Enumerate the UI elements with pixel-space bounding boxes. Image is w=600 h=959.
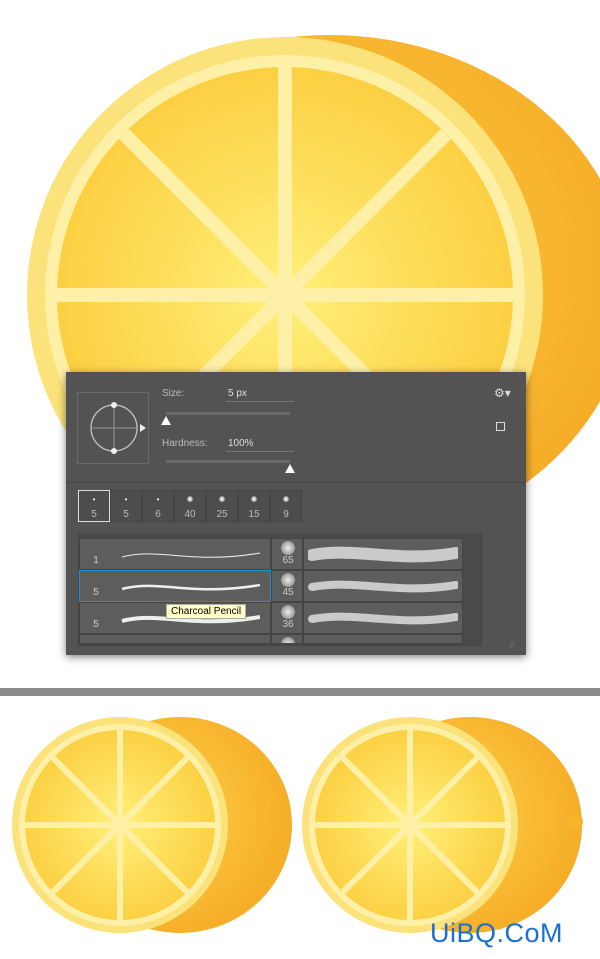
preset-size: 40 (184, 509, 196, 520)
brush-tip-icon: • (124, 495, 128, 504)
section-divider (0, 688, 600, 696)
brush-tooltip: Charcoal Pencil (166, 604, 247, 619)
brush-size: 36 (282, 619, 294, 630)
preset-size: 9 (283, 509, 289, 520)
brush-stroke-icon (308, 546, 458, 563)
brush-size: 5 (93, 587, 99, 598)
preset-4[interactable]: ✺ 25 (206, 490, 238, 522)
brush-tip-icon: ✺ (186, 495, 194, 504)
size-slider-thumb[interactable] (161, 416, 171, 425)
new-preset-icon[interactable] (496, 422, 505, 431)
gear-icon[interactable]: ⚙▾ (494, 386, 511, 400)
brush-row-right-2[interactable] (303, 602, 463, 634)
brush-size: 5 (93, 619, 99, 630)
preset-6[interactable]: ✺ 9 (270, 490, 302, 522)
brush-stroke-icon (120, 639, 260, 644)
brush-size: 65 (282, 555, 294, 566)
brush-stroke-icon (121, 583, 260, 591)
preset-size: 5 (123, 509, 129, 520)
brush-row-mid-0[interactable]: 65 (271, 538, 303, 570)
preset-5[interactable]: ✺ 15 (238, 490, 270, 522)
preset-2[interactable]: • 6 (142, 490, 174, 522)
brush-row-left-1[interactable]: 5 (79, 570, 271, 602)
brush-tip-icon: • (92, 495, 96, 504)
brush-angle-icon (90, 402, 146, 454)
brush-tip-icon (281, 541, 295, 555)
brush-tip-icon: ✺ (250, 495, 258, 504)
brush-tip-icon (281, 573, 295, 587)
brush-row-right-0[interactable] (303, 538, 463, 570)
hardness-input[interactable]: 100% (226, 438, 294, 452)
small-lemon-right (302, 717, 583, 933)
brush-size: 1 (93, 555, 99, 566)
brush-size: 45 (282, 587, 294, 598)
brush-stroke-icon (308, 639, 458, 644)
size-label: Size: (162, 388, 185, 399)
brush-stroke-icon (121, 552, 260, 558)
brush-preset-panel: Size: 5 px Hardness: 100% ⚙▾ • 5 • 5 • 6 ✺ 40 ✺ 2… (66, 372, 526, 655)
brush-tip-icon: • (156, 495, 160, 504)
brush-tip-icon: ✺ (282, 495, 290, 504)
brush-tip-icon: ✺ (218, 495, 226, 504)
brush-stroke-icon (308, 580, 458, 593)
brush-row-left-3[interactable] (79, 634, 271, 644)
brush-tip-icon (281, 605, 295, 619)
hardness-label: Hardness: (162, 438, 208, 449)
brush-tip-preview[interactable] (77, 392, 149, 464)
brush-row-right-3[interactable] (303, 634, 463, 644)
preset-0[interactable]: • 5 (78, 490, 110, 522)
hardness-slider-thumb[interactable] (285, 464, 295, 473)
size-input[interactable]: 5 px (226, 388, 294, 402)
watermark: UiBQ.CoM (430, 918, 564, 948)
brush-row-mid-3[interactable] (271, 634, 303, 644)
divider (66, 482, 526, 483)
brush-list[interactable]: 1 65 5 45 5 36 (78, 534, 482, 646)
size-slider[interactable] (166, 412, 290, 415)
hardness-slider[interactable] (166, 460, 290, 463)
brush-row-left-0[interactable]: 1 (79, 538, 271, 570)
brush-row-right-1[interactable] (303, 570, 463, 602)
brush-tip-icon (281, 637, 295, 643)
resize-grip-icon[interactable]: ⫽ (510, 640, 514, 651)
preset-3[interactable]: ✺ 40 (174, 490, 206, 522)
brush-row-mid-2[interactable]: 36 (271, 602, 303, 634)
brush-row-mid-1[interactable]: 45 (271, 570, 303, 602)
brush-stroke-icon (308, 612, 458, 625)
recent-presets: • 5 • 5 • 6 ✺ 40 ✺ 25 ✺ 15 ✺ 9 (78, 490, 302, 522)
preset-size: 15 (248, 509, 260, 520)
preset-size: 5 (91, 509, 97, 520)
preset-size: 6 (155, 509, 161, 520)
preset-1[interactable]: • 5 (110, 490, 142, 522)
small-lemon-left (12, 717, 292, 933)
preset-size: 25 (216, 509, 228, 520)
